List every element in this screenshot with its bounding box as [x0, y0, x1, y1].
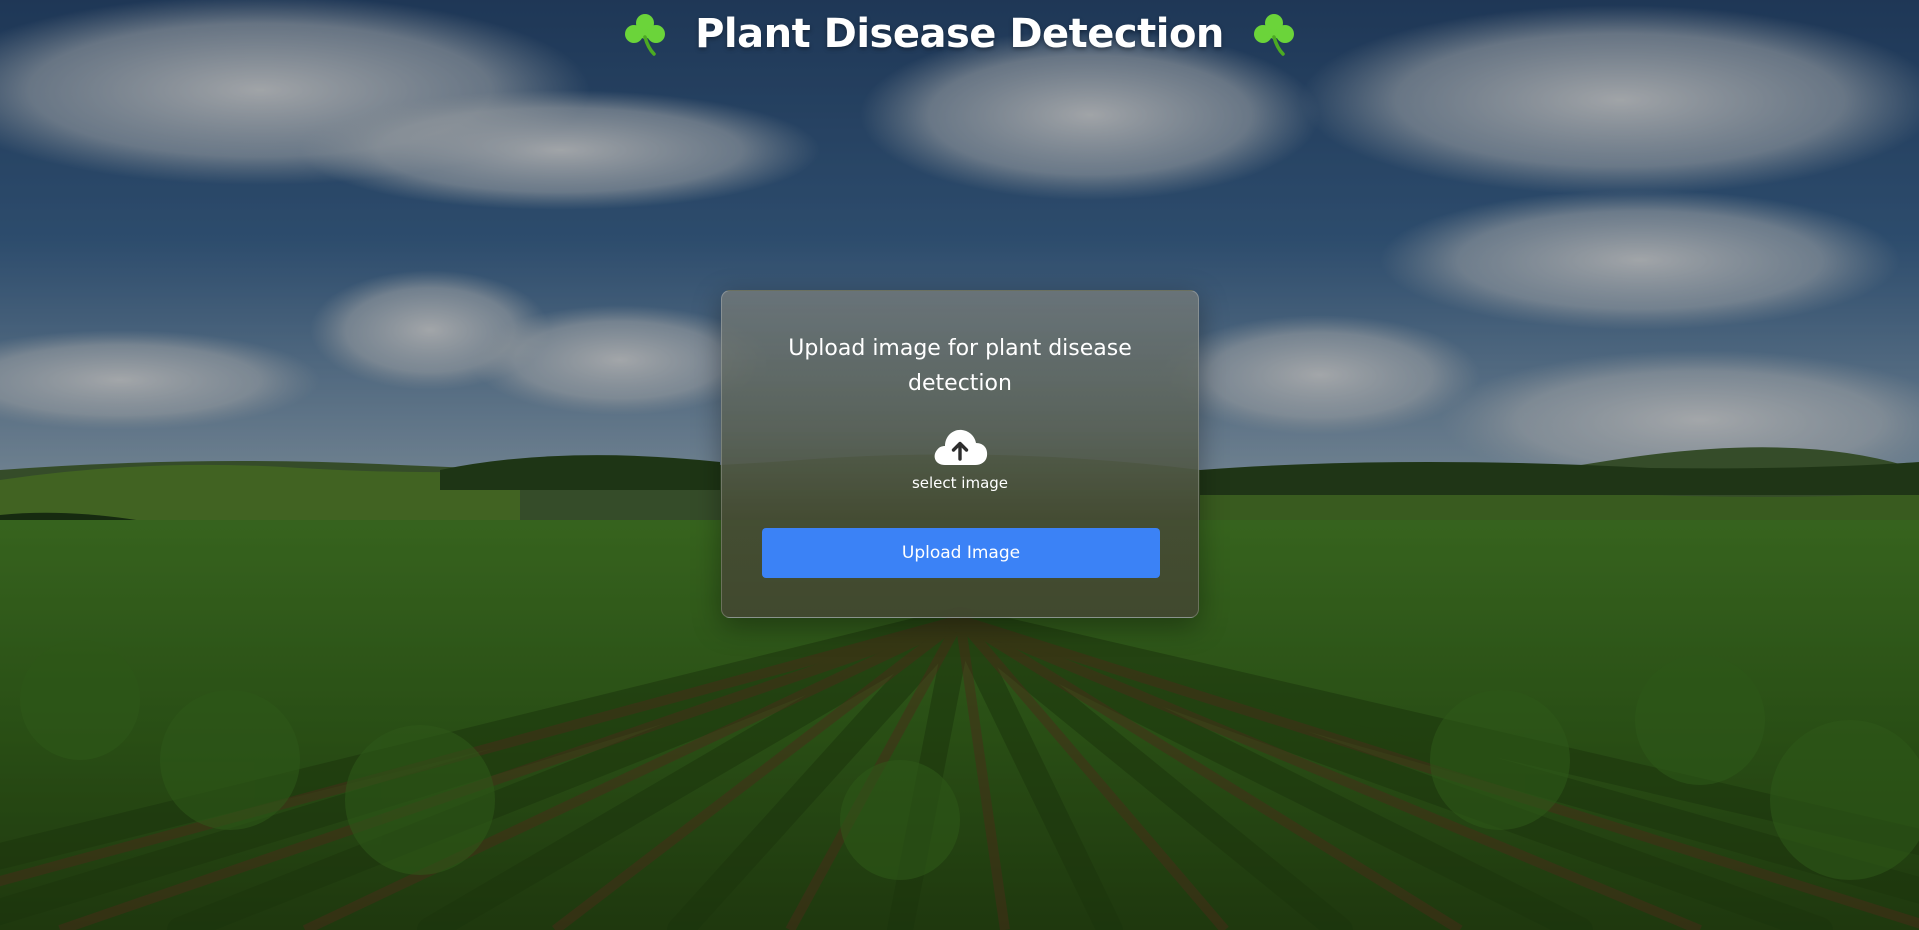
- upload-prompt: Upload image for plant disease detection: [788, 336, 1132, 396]
- upload-card: Upload image for plant disease detection…: [721, 290, 1199, 618]
- shamrock-icon: [1250, 10, 1298, 58]
- page-header: Plant Disease Detection: [0, 10, 1919, 58]
- page-title: Plant Disease Detection: [695, 11, 1224, 57]
- select-image-picker[interactable]: select image: [722, 425, 1198, 492]
- select-image-label: select image: [911, 474, 1009, 492]
- shamrock-icon: [621, 10, 669, 58]
- page-background: Plant Disease Detection Upload image for…: [0, 0, 1919, 930]
- cloud-upload-icon: [931, 425, 989, 469]
- upload-image-button[interactable]: Upload Image: [762, 528, 1160, 578]
